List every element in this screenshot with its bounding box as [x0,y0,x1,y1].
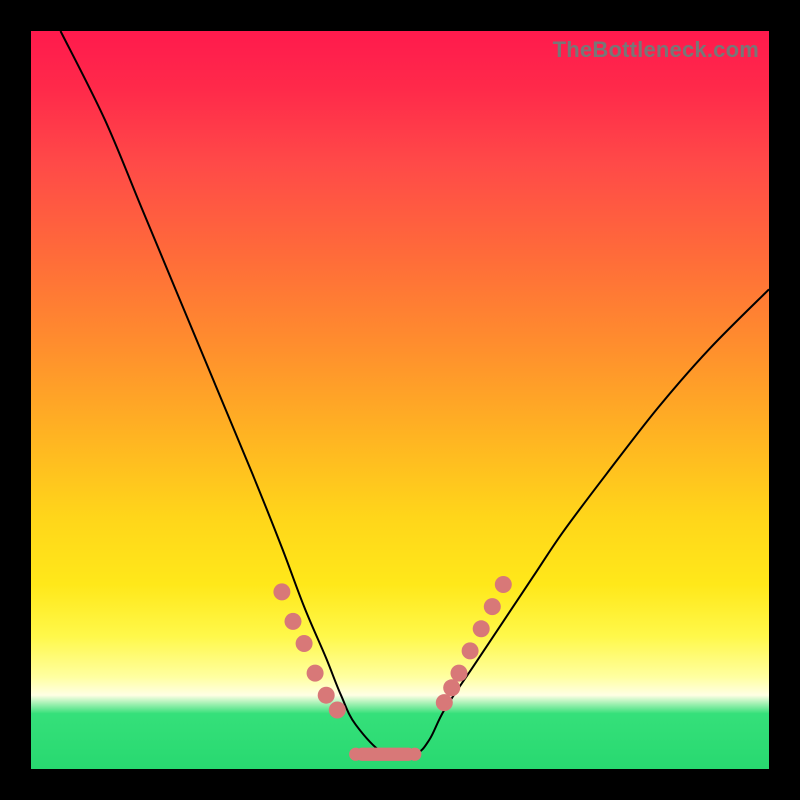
markers-left-group [273,583,345,718]
flat-band [356,748,415,761]
marker-dot [273,583,290,600]
marker-dot [484,598,501,615]
plot-area: TheBottleneck.com [31,31,769,769]
marker-dot [318,687,335,704]
flat-band-cap [349,748,362,761]
marker-dot [436,694,453,711]
markers-right-group [436,576,512,711]
chart-stage: TheBottleneck.com [0,0,800,800]
marker-dot [462,642,479,659]
marker-dot [296,635,313,652]
marker-dot [451,665,468,682]
marker-dot [285,613,302,630]
bottleneck-curve-svg [31,31,769,769]
marker-dot [307,665,324,682]
bottleneck-curve [61,31,770,757]
marker-dot [495,576,512,593]
marker-dot [473,620,490,637]
marker-dot [443,679,460,696]
flat-segment [349,748,421,761]
marker-dot [329,702,346,719]
flat-band-cap [408,748,421,761]
